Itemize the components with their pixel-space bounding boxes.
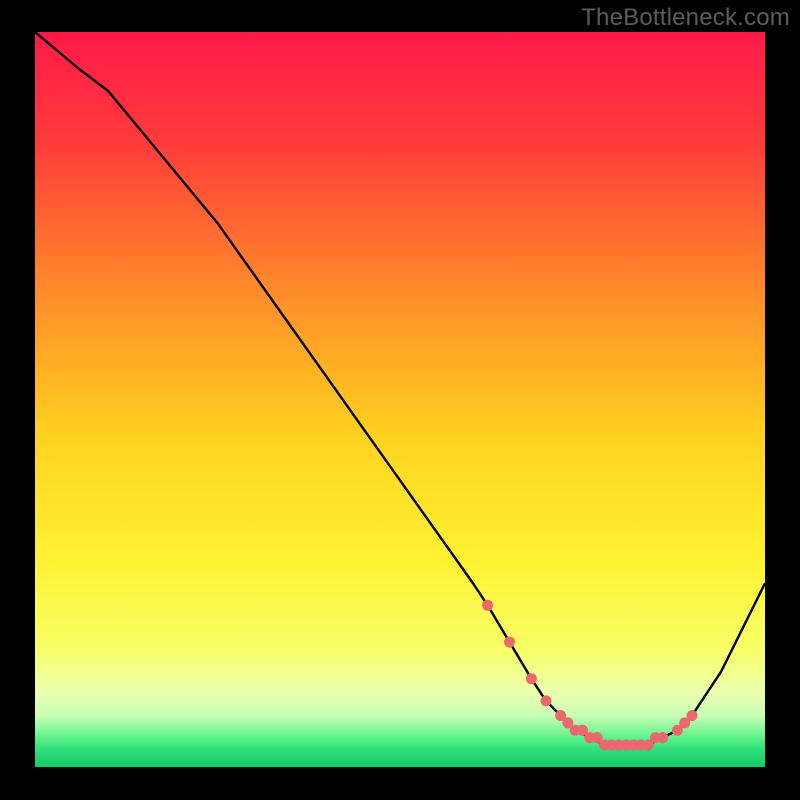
- highlight-dot: [541, 695, 552, 706]
- plot-area: [35, 32, 765, 767]
- chart-frame: TheBottleneck.com: [0, 0, 800, 800]
- highlight-dot: [687, 710, 698, 721]
- highlight-dot: [657, 732, 668, 743]
- highlight-dot: [526, 673, 537, 684]
- highlight-dot: [482, 600, 493, 611]
- chart-overlay-svg: [35, 32, 765, 767]
- highlight-dot: [504, 637, 515, 648]
- bottleneck-curve: [35, 32, 765, 745]
- watermark-text: TheBottleneck.com: [581, 4, 790, 32]
